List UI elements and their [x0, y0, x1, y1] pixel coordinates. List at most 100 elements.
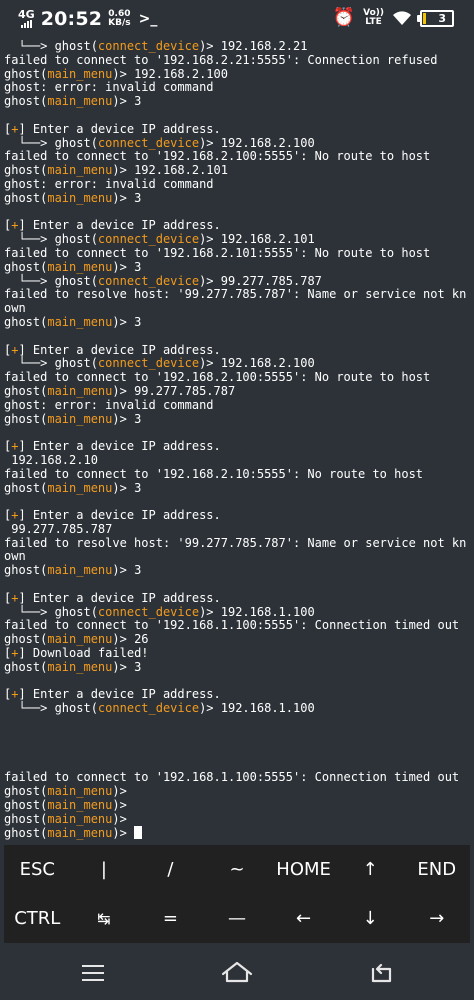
back-icon[interactable]	[369, 961, 393, 983]
terminal-text: ] Enter a device IP address.	[18, 121, 221, 136]
home-icon[interactable]	[221, 960, 253, 984]
terminal-line: ghost(main_menu)> 3	[4, 480, 474, 496]
terminal-text: ghost: error: invalid command	[4, 176, 214, 191]
esc-key[interactable]: ESC	[4, 845, 71, 894]
terminal-text: ghost(	[4, 314, 48, 329]
terminal-text: ] Enter a device IP address.	[18, 590, 221, 605]
terminal-text: )> 192.168.2.100	[112, 66, 228, 81]
terminal-line: ghost(main_menu)> 3	[4, 314, 474, 330]
terminal-line: failed to connect to '192.168.1.100:5555…	[4, 619, 474, 633]
menu-icon[interactable]	[82, 965, 104, 981]
terminal-text: )> 3	[112, 314, 142, 329]
terminal-line: ghost(main_menu)>	[4, 784, 474, 799]
alarm-icon: ⏰	[332, 7, 356, 28]
terminal-line: failed to connect to '192.168.2.101:5555…	[4, 245, 474, 261]
terminal-line: ghost(main_menu)> 192.168.2.100	[4, 66, 474, 82]
volte-bottom: LTE	[365, 17, 382, 27]
left-arrow-key[interactable]: ←	[270, 894, 337, 943]
terminal-text: )> 3	[112, 259, 142, 274]
terminal-text: )> 192.168.1.100	[199, 701, 315, 716]
signal-icon	[20, 20, 32, 28]
terminal-line: └──> ghost(connect_device)> 192.168.2.10…	[4, 135, 474, 151]
extra-keys-row-2: CTRL ↹ = — ← ↓ →	[4, 894, 470, 943]
terminal-text: ghost(	[4, 66, 48, 81]
terminal-text: ghost(	[4, 826, 48, 840]
terminal-highlight: main_menu	[47, 314, 113, 329]
terminal-text: ghost(	[4, 784, 48, 799]
terminal-text: own	[4, 549, 26, 564]
speed-unit: KB/s	[108, 18, 131, 28]
terminal-text: )> 3	[112, 94, 142, 109]
terminal-line: 99.277.785.787	[4, 521, 474, 537]
tab-key[interactable]: ↹	[71, 894, 138, 943]
terminal-text: └──> ghost(	[4, 356, 98, 371]
terminal-line: own	[4, 550, 474, 564]
slash-key[interactable]: /	[137, 845, 204, 894]
terminal-line: failed to connect to '192.168.2.100:5555…	[4, 370, 474, 385]
terminal-text: )> 3	[112, 190, 142, 205]
terminal-line: ghost: error: invalid command	[4, 397, 474, 413]
down-arrow-key[interactable]: ↓	[337, 894, 404, 943]
terminal-line: ghost(main_menu)>	[4, 812, 474, 827]
terminal-text: )>	[112, 797, 127, 812]
terminal-text: )> 3	[112, 563, 142, 578]
equals-key[interactable]: =	[137, 894, 204, 943]
terminal-line: failed to connect to '192.168.2.21:5555'…	[4, 53, 474, 68]
text-cursor	[134, 826, 143, 840]
terminal-highlight: main_menu	[47, 632, 113, 647]
terminal-output[interactable]: └──> ghost(connect_device)> 192.168.2.21…	[0, 40, 474, 840]
terminal-text: failed to connect to '192.168.2.100:5555…	[4, 149, 431, 164]
terminal-text: ] Enter a device IP address.	[18, 218, 221, 233]
terminal-text: ghost(	[4, 563, 48, 578]
terminal-text: )>	[112, 784, 127, 799]
terminal-highlight: main_menu	[47, 163, 113, 178]
terminal-text: ] Enter a device IP address.	[18, 687, 221, 702]
terminal-text: ghost: error: invalid command	[4, 397, 214, 412]
terminal-text: )> 26	[112, 632, 149, 647]
terminal-highlight: main_menu	[47, 563, 113, 578]
battery-level: 3	[438, 11, 446, 25]
terminal-line: └──> ghost(connect_device)> 99.277.785.7…	[4, 274, 474, 289]
end-key[interactable]: END	[403, 845, 470, 894]
terminal-text: )> 99.277.785.787	[112, 383, 236, 398]
right-arrow-key[interactable]: →	[403, 894, 470, 943]
up-arrow-key[interactable]: ↑	[337, 845, 404, 894]
terminal-text: ghost(	[4, 383, 48, 398]
terminal-text: )>	[112, 826, 135, 840]
status-left: 4G 20:52 0.60 KB/s >_	[18, 8, 157, 30]
terminal-text: failed to connect to '192.168.2.101:5555…	[4, 245, 431, 260]
terminal-text: ] Enter a device IP address.	[18, 439, 221, 454]
wifi-icon	[393, 11, 411, 25]
pipe-key[interactable]: |	[71, 845, 138, 894]
terminal-text: failed to connect to '192.168.1.100:5555…	[4, 770, 460, 785]
terminal-text: └──> ghost(	[4, 135, 98, 150]
terminal-text: 192.168.2.10	[4, 452, 98, 467]
terminal-line: ghost(main_menu)> 3	[4, 412, 474, 427]
dash-key[interactable]: —	[204, 894, 271, 943]
terminal-line: failed to resolve host: '99.277.785.787'…	[4, 287, 474, 302]
terminal-line: └──> ghost(connect_device)> 192.168.1.10…	[4, 605, 474, 620]
terminal-line: ghost: error: invalid command	[4, 80, 474, 95]
terminal-highlight: connect_device	[97, 135, 200, 150]
terminal-text: ghost: error: invalid command	[4, 80, 214, 95]
tilde-key[interactable]: ~	[204, 845, 271, 894]
terminal-text: ] Download failed!	[18, 646, 149, 661]
terminal-text: failed to resolve host: '99.277.785.787'…	[4, 535, 467, 550]
terminal-highlight: main_menu	[47, 784, 113, 799]
ctrl-key[interactable]: CTRL	[4, 894, 71, 943]
terminal-text: 99.277.785.787	[4, 521, 113, 536]
terminal-line: └──> ghost(connect_device)> 192.168.1.10…	[4, 701, 474, 716]
home-key[interactable]: HOME	[270, 845, 337, 894]
terminal-line: ghost(main_menu)> 99.277.785.787	[4, 383, 474, 399]
terminal-line: failed to connect to '192.168.2.10:5555'…	[4, 467, 474, 482]
terminal-text: ] Enter a device IP address.	[18, 342, 221, 357]
terminal-text: )> 3	[112, 480, 142, 495]
